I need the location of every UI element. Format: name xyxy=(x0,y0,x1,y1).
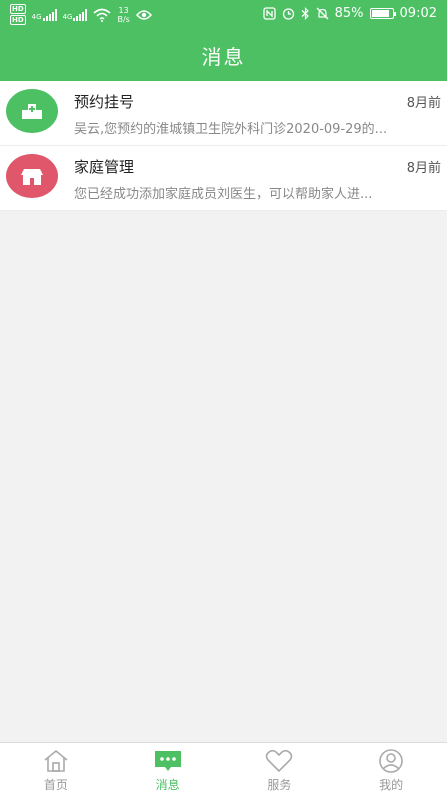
tab-messages[interactable]: 消息 xyxy=(112,743,224,797)
message-time: 8月前 xyxy=(406,161,441,176)
message-item-appointment[interactable]: 预约挂号 8月前 吴云,您预约的淮城镇卫生院外科门诊2020-09-29的... xyxy=(0,81,447,146)
battery-fill xyxy=(371,10,389,17)
tab-home[interactable]: 首页 xyxy=(0,743,112,797)
status-bar: HD HD 4G 4G 13 B/s 85% 09:02 xyxy=(0,0,447,29)
message-avatar xyxy=(6,89,58,133)
speed-unit: B/s xyxy=(117,14,130,24)
tab-profile-label: 我的 xyxy=(379,778,404,792)
bluetooth-icon xyxy=(301,7,309,20)
tab-services-label: 服务 xyxy=(267,778,292,792)
bottom-tab-bar: 首页 消息 服务 我的 xyxy=(0,742,447,797)
user-icon xyxy=(379,749,403,773)
message-icon xyxy=(154,751,181,771)
message-avatar xyxy=(6,154,58,198)
nfc-icon xyxy=(262,7,276,20)
message-item-family[interactable]: 家庭管理 8月前 您已经成功添加家庭成员刘医生，可以帮助家人进... xyxy=(0,146,447,211)
message-time: 8月前 xyxy=(406,96,441,111)
network-speed: 13 B/s xyxy=(117,6,129,24)
message-title: 家庭管理 xyxy=(74,158,135,176)
network-type-1: 4G xyxy=(31,12,42,21)
hd-indicator: HD HD xyxy=(10,4,26,25)
title-bar: 消息 xyxy=(0,29,447,81)
eye-icon xyxy=(135,9,152,20)
tab-profile[interactable]: 我的 xyxy=(335,743,447,797)
wifi-icon xyxy=(93,8,111,22)
hospital-icon xyxy=(22,104,42,119)
hd-bottom-label: HD xyxy=(10,15,26,25)
alarm-icon xyxy=(282,8,294,20)
clock: 09:02 xyxy=(399,6,437,21)
hd-top-label: HD xyxy=(10,4,26,14)
status-right: 85% 09:02 xyxy=(262,6,437,21)
status-left: HD HD 4G 4G 13 B/s xyxy=(10,4,152,25)
message-list: 预约挂号 8月前 吴云,您预约的淮城镇卫生院外科门诊2020-09-29的...… xyxy=(0,81,447,211)
battery-icon xyxy=(369,8,396,19)
message-preview: 您已经成功添加家庭成员刘医生，可以帮助家人进... xyxy=(74,187,373,202)
tab-home-label: 首页 xyxy=(43,778,68,792)
tab-messages-label: 消息 xyxy=(155,778,180,792)
home-icon xyxy=(21,169,43,185)
message-title: 预约挂号 xyxy=(74,93,135,111)
signal-1-icon: 4G xyxy=(31,8,57,21)
tab-services[interactable]: 服务 xyxy=(224,743,336,797)
mute-bell-icon xyxy=(316,7,329,20)
message-preview: 吴云,您预约的淮城镇卫生院外科门诊2020-09-29的... xyxy=(74,122,388,137)
home-outline-icon xyxy=(44,749,68,772)
speed-value: 13 xyxy=(118,5,129,15)
page-title: 消息 xyxy=(201,44,246,69)
network-type-2: 4G xyxy=(62,12,73,21)
heart-icon xyxy=(266,749,293,773)
signal-2-icon: 4G xyxy=(62,8,88,21)
battery-percent: 85% xyxy=(334,6,364,21)
